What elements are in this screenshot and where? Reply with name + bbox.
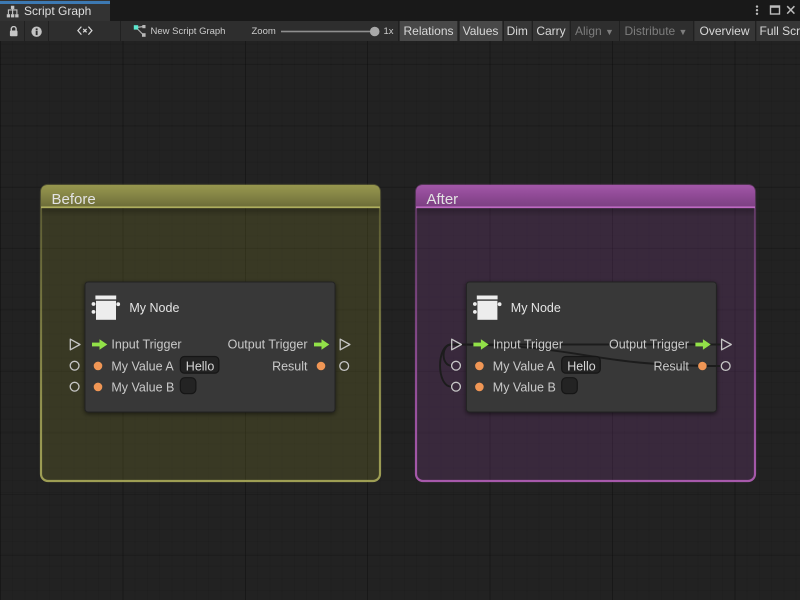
- svg-text:Result: Result: [653, 359, 689, 373]
- svg-text:Input Trigger: Input Trigger: [111, 338, 181, 352]
- svg-text:Hello: Hello: [186, 359, 215, 373]
- svg-text:Output Trigger: Output Trigger: [228, 338, 308, 352]
- svg-text:Output Trigger: Output Trigger: [609, 338, 689, 352]
- svg-text:Input Trigger: Input Trigger: [493, 338, 563, 352]
- svg-text:My Value A: My Value A: [111, 359, 174, 373]
- svg-text:My Value B: My Value B: [111, 380, 174, 394]
- svg-text:My Value A: My Value A: [493, 359, 556, 373]
- svg-text:Before: Before: [52, 191, 96, 208]
- svg-text:Result: Result: [272, 359, 308, 373]
- svg-text:After: After: [427, 191, 459, 208]
- svg-text:Hello: Hello: [567, 359, 596, 373]
- svg-text:My Value B: My Value B: [493, 380, 556, 394]
- svg-text:My Node: My Node: [129, 301, 179, 315]
- svg-text:My Node: My Node: [511, 301, 561, 315]
